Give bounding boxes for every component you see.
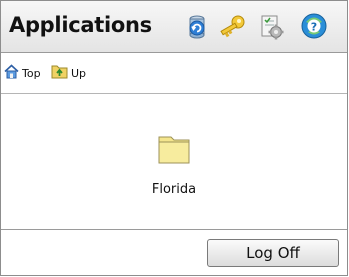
top-link[interactable]: Top xyxy=(22,67,41,80)
log-off-button[interactable]: Log Off xyxy=(207,239,339,267)
page-title: Applications xyxy=(9,13,152,37)
navigation-bar: Top Up xyxy=(1,53,347,94)
up-folder-icon[interactable] xyxy=(51,63,68,79)
key-icon[interactable] xyxy=(219,14,247,40)
folder-label: Florida xyxy=(151,182,197,197)
home-icon[interactable] xyxy=(4,64,19,79)
svg-text:?: ? xyxy=(311,21,317,34)
folder-icon xyxy=(158,136,190,164)
folder-view: Florida xyxy=(1,94,347,230)
up-link[interactable]: Up xyxy=(71,67,86,80)
folder-item[interactable]: Florida xyxy=(139,131,209,201)
settings-icon[interactable] xyxy=(259,14,285,40)
applications-panel: Applications ? Top Up Florida Log Off xyxy=(0,0,348,276)
panel-footer: Log Off xyxy=(1,230,347,275)
help-icon[interactable]: ? xyxy=(300,12,328,40)
panel-header: Applications ? xyxy=(1,1,347,53)
refresh-icon[interactable] xyxy=(185,13,209,41)
